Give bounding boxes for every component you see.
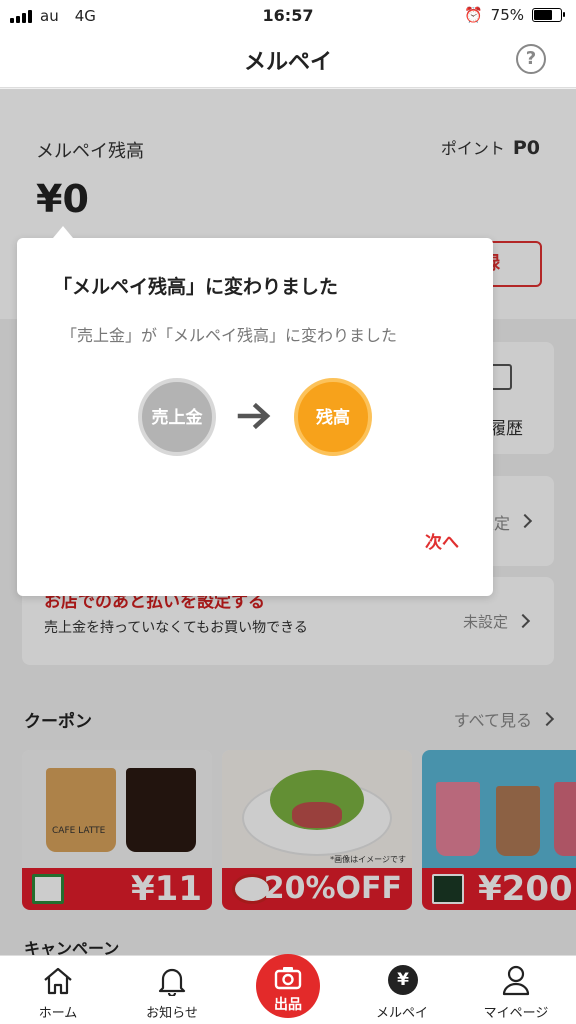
- dialog-title: 「メルペイ残高」に変わりました: [53, 276, 339, 298]
- balance-change-dialog: 「メルペイ残高」に変わりました 「売上金」が「メルペイ残高」に変わりました 売上…: [17, 226, 493, 596]
- dialog-pointer: [53, 226, 73, 238]
- battery-icon: [532, 8, 565, 22]
- camera-icon: [274, 967, 302, 990]
- sell-button-label: 出品: [274, 997, 302, 1013]
- dialog-description: 「売上金」が「メルペイ残高」に変わりました: [61, 326, 398, 345]
- bottom-tab-bar: ホーム お知らせ 出品 ¥ メルペイ マイページ: [0, 954, 576, 1024]
- tab-mypage[interactable]: マイページ: [466, 956, 566, 1024]
- next-button[interactable]: 次へ: [425, 528, 459, 553]
- alarm-icon: ⏰: [463, 6, 483, 24]
- page-title: メルペイ: [243, 50, 332, 75]
- app-header: メルペイ ?: [0, 32, 576, 88]
- tab-notifications-label: お知らせ: [146, 1006, 198, 1021]
- yen-icon: ¥: [388, 965, 418, 995]
- home-icon: [44, 967, 72, 995]
- tab-mypage-label: マイページ: [483, 1006, 549, 1021]
- balance-circle: 残高: [294, 378, 372, 456]
- battery-percent: 75%: [490, 6, 524, 24]
- status-bar: au 4G 16:57 ⏰ 75%: [0, 0, 576, 32]
- tab-notifications[interactable]: お知らせ: [122, 956, 222, 1024]
- tab-merpay-label: メルペイ: [375, 1006, 428, 1021]
- tab-home-label: ホーム: [38, 1006, 78, 1021]
- arrow-right-icon: [237, 402, 271, 430]
- user-icon: [502, 965, 530, 996]
- tab-merpay[interactable]: ¥ メルペイ: [352, 956, 452, 1024]
- sales-proceeds-circle: 売上金: [138, 378, 216, 456]
- help-button[interactable]: ?: [516, 44, 546, 74]
- sell-button[interactable]: 出品: [256, 954, 320, 1018]
- bell-icon: [158, 968, 186, 996]
- tab-home[interactable]: ホーム: [8, 956, 108, 1024]
